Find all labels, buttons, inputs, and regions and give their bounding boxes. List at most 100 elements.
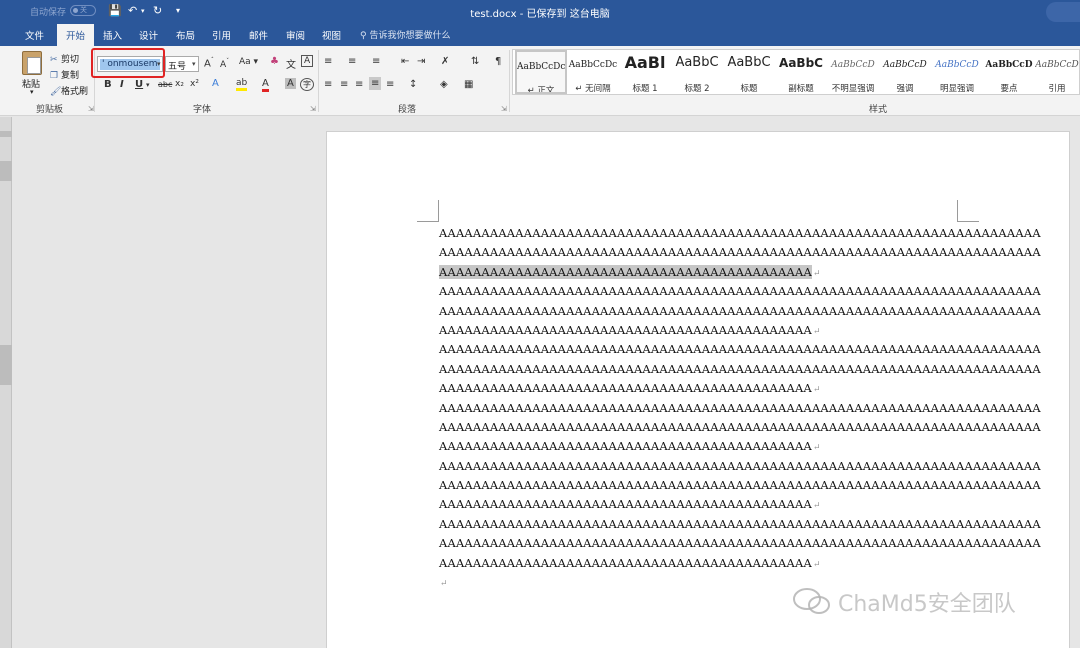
document-line[interactable]: AAAAAAAAAAAAAAAAAAAAAAAAAAAAAAAAAAAAAAAA… xyxy=(439,515,1041,534)
grow-font-icon[interactable]: Aˆ xyxy=(204,57,214,69)
superscript-button[interactable]: x² xyxy=(190,79,199,89)
document-line[interactable]: AAAAAAAAAAAAAAAAAAAAAAAAAAAAAAAAAAAAAAAA… xyxy=(439,224,1041,243)
strikethrough-button[interactable]: abc xyxy=(158,80,172,89)
style-preview: AaBbCcD xyxy=(985,60,1033,70)
phonetic-guide-icon[interactable]: 文 xyxy=(286,56,296,71)
wechat-icon xyxy=(793,588,830,614)
line-text: AAAAAAAAAAAAAAAAAAAAAAAAAAAAAAAAAAAAAAAA… xyxy=(439,303,1041,318)
style-normal[interactable]: AaBbCcDc ↵ 正文 xyxy=(515,50,567,94)
numbering-icon[interactable]: ≡ xyxy=(348,56,356,67)
align-left-icon[interactable]: ≡ xyxy=(324,79,332,90)
style-heading-2[interactable]: AaBbC 标题 2 xyxy=(671,50,723,94)
style-heading-1[interactable]: AaBl 标题 1 xyxy=(619,50,671,94)
document-line[interactable]: AAAAAAAAAAAAAAAAAAAAAAAAAAAAAAAAAAAAAAAA… xyxy=(439,360,1041,379)
document-line[interactable]: AAAAAAAAAAAAAAAAAAAAAAAAAAAAAAAAAAAAAAAA… xyxy=(439,340,1041,359)
paragraph-mark-icon: ↵ xyxy=(812,443,821,454)
paragraph-launcher-icon[interactable]: ⇲ xyxy=(501,105,507,113)
highlight-color-icon[interactable]: ab xyxy=(236,78,248,91)
avatar[interactable] xyxy=(1046,2,1080,22)
document-line[interactable]: AAAAAAAAAAAAAAAAAAAAAAAAAAAAAAAAAAAAAAAA… xyxy=(439,457,1041,476)
style-strong[interactable]: AaBbCcD 要点 xyxy=(983,50,1035,94)
bold-button[interactable]: B xyxy=(104,79,112,90)
grow-font-label: A xyxy=(204,58,211,70)
character-shading-icon[interactable]: A xyxy=(285,78,296,89)
line-text: AAAAAAAAAAAAAAAAAAAAAAAAAAAAAAAAAAAAAAAA… xyxy=(439,284,1041,299)
tab-file[interactable]: 文件 xyxy=(25,28,44,42)
show-marks-icon[interactable]: ¶ xyxy=(495,56,501,67)
clear-formatting-icon[interactable]: ♣ xyxy=(270,56,279,67)
divider xyxy=(509,50,510,112)
tab-home[interactable]: 开始 xyxy=(57,24,95,46)
clipboard-launcher-icon[interactable]: ⇲ xyxy=(88,105,94,113)
document-line[interactable]: AAAAAAAAAAAAAAAAAAAAAAAAAAAAAAAAAAAAAAAA… xyxy=(439,437,1041,456)
document-line[interactable]: AAAAAAAAAAAAAAAAAAAAAAAAAAAAAAAAAAAAAAAA… xyxy=(439,302,1041,321)
increase-indent-icon[interactable]: ⇥ xyxy=(417,56,425,67)
copy-button[interactable]: ❐ 复制 xyxy=(50,68,79,81)
style-intense-emphasis[interactable]: AaBbCcD 明显强调 xyxy=(931,50,983,94)
tab-mailings[interactable]: 邮件 xyxy=(249,28,268,42)
change-case-icon[interactable]: Aa ▾ xyxy=(239,57,258,67)
underline-dropdown-icon[interactable]: ▾ xyxy=(146,81,150,89)
align-right-icon[interactable]: ≡ xyxy=(355,79,363,90)
paste-dropdown-icon[interactable]: ▾ xyxy=(30,88,34,96)
paragraph-mark-icon: ↵ xyxy=(812,268,821,279)
document-page[interactable]: AAAAAAAAAAAAAAAAAAAAAAAAAAAAAAAAAAAAAAAA… xyxy=(326,131,1070,648)
tab-insert[interactable]: 插入 xyxy=(103,28,122,42)
distributed-icon[interactable]: ≡ xyxy=(386,79,394,90)
multilevel-list-icon[interactable]: ≡ xyxy=(372,56,380,67)
margin-corner-mark xyxy=(957,200,979,222)
subscript-button[interactable]: x₂ xyxy=(175,79,184,89)
document-line[interactable]: AAAAAAAAAAAAAAAAAAAAAAAAAAAAAAAAAAAAAAAA… xyxy=(439,243,1041,262)
font-color-icon[interactable]: A xyxy=(262,78,269,92)
tab-view[interactable]: 视图 xyxy=(322,28,341,42)
change-case-label: Aa xyxy=(239,57,251,67)
document-line[interactable]: AAAAAAAAAAAAAAAAAAAAAAAAAAAAAAAAAAAAAAAA… xyxy=(439,554,1041,573)
underline-button[interactable]: U xyxy=(135,79,143,90)
style-subtitle[interactable]: AaBbC 副标题 xyxy=(775,50,827,94)
tab-layout[interactable]: 布局 xyxy=(176,28,195,42)
style-title[interactable]: AaBbC 标题 xyxy=(723,50,775,94)
enclose-characters-icon[interactable]: 字 xyxy=(300,78,314,91)
document-line[interactable]: AAAAAAAAAAAAAAAAAAAAAAAAAAAAAAAAAAAAAAAA… xyxy=(439,495,1041,514)
font-launcher-icon[interactable]: ⇲ xyxy=(310,105,316,113)
tab-references[interactable]: 引用 xyxy=(212,28,231,42)
style-subtle-emphasis[interactable]: AaBbCcD 不明显强调 xyxy=(827,50,879,94)
paste-icon[interactable] xyxy=(22,51,42,75)
style-emphasis[interactable]: AaBbCcD 强调 xyxy=(879,50,931,94)
document-body[interactable]: AAAAAAAAAAAAAAAAAAAAAAAAAAAAAAAAAAAAAAAA… xyxy=(439,224,1041,592)
left-navigation-strip xyxy=(0,117,12,648)
decrease-indent-icon[interactable]: ⇤ xyxy=(401,56,409,67)
line-text: AAAAAAAAAAAAAAAAAAAAAAAAAAAAAAAAAAAAAAAA… xyxy=(439,478,1041,493)
shrink-font-icon[interactable]: Aˇ xyxy=(220,58,229,70)
document-line[interactable]: AAAAAAAAAAAAAAAAAAAAAAAAAAAAAAAAAAAAAAAA… xyxy=(439,418,1041,437)
tab-review[interactable]: 审阅 xyxy=(286,28,305,42)
cut-button[interactable]: ✂ 剪切 xyxy=(50,52,79,65)
style-preview: AaBbC xyxy=(727,55,771,70)
bullets-icon[interactable]: ≡ xyxy=(324,56,332,67)
align-center-icon[interactable]: ≡ xyxy=(340,79,348,90)
document-line[interactable]: AAAAAAAAAAAAAAAAAAAAAAAAAAAAAAAAAAAAAAAA… xyxy=(439,282,1041,301)
tell-me-search[interactable]: ⚲ 告诉我你想要做什么 xyxy=(360,28,450,41)
borders-icon[interactable]: ▦ xyxy=(464,79,473,90)
style-name: 明显强调 xyxy=(939,84,974,94)
document-line[interactable]: AAAAAAAAAAAAAAAAAAAAAAAAAAAAAAAAAAAAAAAA… xyxy=(439,379,1041,398)
document-line[interactable]: AAAAAAAAAAAAAAAAAAAAAAAAAAAAAAAAAAAAAAAA… xyxy=(439,263,1041,282)
italic-button[interactable]: I xyxy=(120,79,124,90)
style-quote[interactable]: AaBbCcD 引用 xyxy=(1035,50,1079,94)
document-line[interactable]: AAAAAAAAAAAAAAAAAAAAAAAAAAAAAAAAAAAAAAAA… xyxy=(439,399,1041,418)
document-line[interactable]: AAAAAAAAAAAAAAAAAAAAAAAAAAAAAAAAAAAAAAAA… xyxy=(439,534,1041,553)
style-name: 要点 xyxy=(1000,84,1018,94)
justify-icon[interactable]: ≡ xyxy=(369,77,382,90)
document-line[interactable]: AAAAAAAAAAAAAAAAAAAAAAAAAAAAAAAAAAAAAAAA… xyxy=(439,476,1041,495)
line-spacing-icon[interactable]: ↕ xyxy=(409,79,417,90)
format-painter-button[interactable]: 🖌格式刷 xyxy=(50,84,88,97)
tab-design[interactable]: 设计 xyxy=(139,28,158,42)
style-no-spacing[interactable]: AaBbCcDc ↵ 无间隔 xyxy=(567,50,619,94)
text-effects-icon[interactable]: A xyxy=(212,78,219,89)
character-border-icon[interactable]: A xyxy=(301,55,314,67)
shading-icon[interactable]: ◈ xyxy=(440,79,448,90)
sort-icon[interactable]: ⇅ xyxy=(471,56,479,67)
document-line[interactable]: AAAAAAAAAAAAAAAAAAAAAAAAAAAAAAAAAAAAAAAA… xyxy=(439,321,1041,340)
chinese-layout-icon[interactable]: ✗ xyxy=(441,56,449,67)
font-size-dropdown-icon[interactable]: ▾ xyxy=(192,60,196,68)
